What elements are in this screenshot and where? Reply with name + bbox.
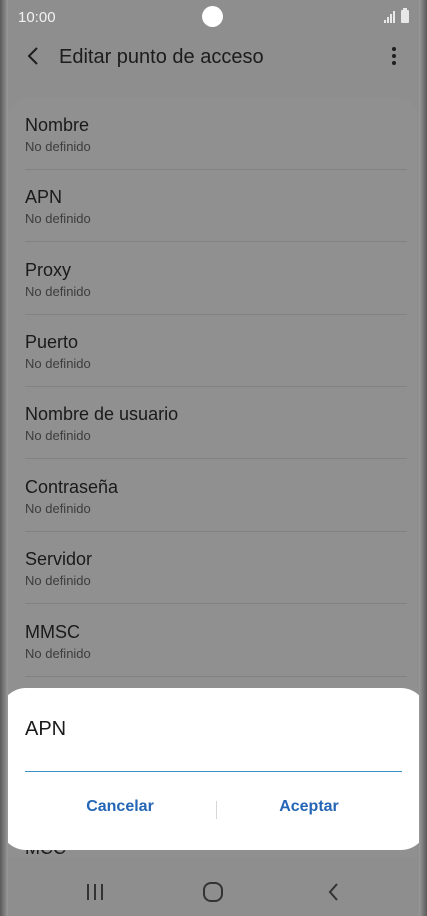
- signal-icon: [384, 11, 397, 23]
- apn-input-dialog: APN Cancelar Aceptar: [0, 688, 427, 850]
- setting-value: No definido: [25, 356, 91, 371]
- setting-value: No definido: [25, 428, 91, 443]
- setting-title: Puerto: [25, 332, 79, 352]
- setting-value: No definido: [25, 646, 91, 661]
- setting-value: No definido: [25, 501, 91, 516]
- cancel-button[interactable]: Cancelar: [30, 798, 210, 816]
- nav-back-icon[interactable]: [322, 880, 346, 904]
- app-header: Editar punto de acceso: [0, 34, 427, 80]
- recent-apps-icon[interactable]: [83, 880, 107, 904]
- more-options-icon[interactable]: [382, 44, 406, 68]
- battery-icon: [401, 8, 409, 23]
- setting-row-nombre[interactable]: Nombre No definido: [25, 98, 407, 170]
- camera-cutout: [202, 6, 223, 27]
- setting-row-contrasena[interactable]: Contraseña No definido: [25, 460, 407, 532]
- navigation-bar: [0, 866, 427, 916]
- setting-title: MMSC: [25, 622, 80, 642]
- dialog-title: APN: [25, 718, 67, 740]
- setting-row-apn[interactable]: APN No definido: [25, 170, 407, 242]
- apn-input[interactable]: [25, 740, 402, 772]
- setting-row-puerto[interactable]: Puerto No definido: [25, 315, 407, 387]
- setting-value: No definido: [25, 139, 91, 154]
- setting-row-proxy[interactable]: Proxy No definido: [25, 243, 407, 315]
- setting-title: Servidor: [25, 549, 93, 569]
- screen: 10:00 Editar punto de acceso Nombre No d…: [0, 0, 427, 916]
- back-arrow-icon[interactable]: [22, 44, 46, 68]
- device-frame-left: [0, 0, 8, 916]
- setting-value: No definido: [25, 284, 91, 299]
- accept-button[interactable]: Aceptar: [219, 798, 399, 816]
- status-bar: 10:00: [0, 0, 427, 34]
- setting-row-usuario[interactable]: Nombre de usuario No definido: [25, 387, 407, 459]
- setting-title: Nombre: [25, 115, 90, 135]
- setting-value: No definido: [25, 573, 91, 588]
- setting-row-servidor[interactable]: Servidor No definido: [25, 532, 407, 604]
- device-frame-right: [419, 0, 427, 916]
- status-icons: [384, 8, 409, 23]
- status-time: 10:00: [18, 9, 56, 26]
- page-title: Editar punto de acceso: [59, 46, 264, 68]
- home-icon[interactable]: [201, 880, 225, 904]
- setting-value: No definido: [25, 211, 91, 226]
- button-divider: [216, 801, 217, 819]
- setting-title: APN: [25, 187, 63, 207]
- setting-title: Nombre de usuario: [25, 404, 179, 424]
- setting-title: Proxy: [25, 260, 72, 280]
- setting-row-mmsc[interactable]: MMSC No definido: [25, 605, 407, 677]
- setting-title: Contraseña: [25, 477, 119, 497]
